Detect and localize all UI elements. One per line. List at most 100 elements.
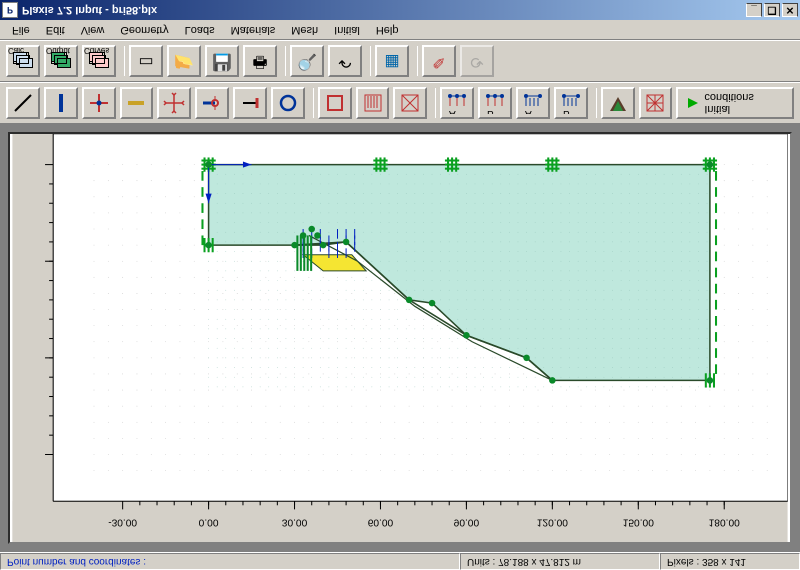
drain-button[interactable]: [356, 87, 390, 119]
printer-icon: 🖶: [252, 53, 267, 69]
svg-text:B: B: [563, 108, 570, 114]
title-bar: P Plaxis 7.2 Input - pri58.plx _ ❐ ✕: [0, 0, 800, 20]
window-title: Plaxis 7.2 Input - pri58.plx: [22, 4, 744, 16]
menu-mesh[interactable]: Mesh: [283, 22, 326, 38]
node-fixity-icon: [88, 92, 110, 114]
material-icon: [607, 92, 629, 114]
svg-text:B: B: [487, 108, 494, 114]
separator: [313, 88, 314, 118]
undo-icon: ↶: [338, 53, 351, 69]
disp-b-icon: B: [483, 92, 507, 114]
well-icon: [324, 92, 346, 114]
menu-loads[interactable]: Loads: [177, 22, 223, 38]
drain-icon: [362, 92, 384, 114]
rotation-fixity-icon: [201, 92, 223, 114]
folder-open-icon: 📂: [174, 53, 194, 69]
geometry-canvas[interactable]: -30.00 0.00 30.00 60.00 90.00 120.00 150.00 180…: [10, 134, 790, 542]
mesh-icon: [644, 92, 666, 114]
undo-button[interactable]: ↶: [328, 45, 362, 77]
pointer-icon: ✎: [432, 53, 445, 69]
anchor-button[interactable]: [233, 87, 267, 119]
save-button[interactable]: 💾: [205, 45, 239, 77]
menu-file[interactable]: File: [4, 22, 38, 38]
separator: [124, 46, 125, 76]
svg-text:150.00: 150.00: [623, 517, 654, 528]
svg-text:180.00: 180.00: [709, 517, 740, 528]
svg-text:90.00: 90.00: [454, 517, 480, 528]
geometry-line-button[interactable]: [6, 87, 40, 119]
menu-materials[interactable]: Materials: [223, 22, 284, 38]
open-file-button[interactable]: 📂: [167, 45, 201, 77]
generate-mesh-button[interactable]: [639, 87, 673, 119]
disp-a-icon: A: [445, 92, 469, 114]
interface-button[interactable]: [120, 87, 154, 119]
close-button[interactable]: ✕: [782, 3, 798, 17]
menu-bar: File Edit View Geometry Loads Materials …: [0, 20, 800, 40]
document-icon: ▭: [138, 53, 153, 69]
interface-icon: [125, 92, 147, 114]
anchor-icon: [239, 92, 261, 114]
plate-button[interactable]: [44, 87, 78, 119]
zoom-button[interactable]: 🔍: [290, 45, 324, 77]
prescribed-disp-b-button[interactable]: B: [478, 87, 512, 119]
svg-text:0.00: 0.00: [199, 517, 219, 528]
dist-load-a-button[interactable]: A: [516, 87, 550, 119]
svg-text:30.00: 30.00: [282, 517, 308, 528]
status-pixels: Pixels : 358 x 141: [660, 553, 800, 570]
table-icon: ▦: [384, 53, 399, 69]
menu-help[interactable]: Help: [368, 22, 407, 38]
toolbar-main: Calc Output Curves ▭ 📂 💾 🖶 🔍 ↶ ▦ ✎ ⟳: [0, 40, 800, 82]
separator: [596, 88, 597, 118]
point-load-icon: [399, 92, 421, 114]
output-button[interactable]: Output: [44, 45, 78, 77]
arrow-right-icon: [688, 98, 698, 108]
menu-edit[interactable]: Edit: [38, 22, 73, 38]
initial-conditions-button[interactable]: Initial conditions: [676, 87, 794, 119]
node-fixity-button[interactable]: [82, 87, 116, 119]
menu-initial[interactable]: Initial: [326, 22, 368, 38]
tunnel-icon: [277, 92, 299, 114]
svg-text:A: A: [525, 108, 532, 114]
tunnel-button[interactable]: [271, 87, 305, 119]
standard-fixity-button[interactable]: [157, 87, 191, 119]
svg-text:120.00: 120.00: [537, 517, 568, 528]
line-icon: [12, 92, 34, 114]
status-bar: Point number and coordinates : Units : 7…: [0, 552, 800, 570]
separator: [285, 46, 286, 76]
table-button[interactable]: ▦: [375, 45, 409, 77]
print-button[interactable]: 🖶: [243, 45, 277, 77]
separator: [417, 46, 418, 76]
floppy-icon: 💾: [212, 53, 232, 69]
status-units: Units : 78.188 x 47.812 m: [460, 553, 660, 570]
separator: [370, 46, 371, 76]
well-button[interactable]: [318, 87, 352, 119]
svg-text:60.00: 60.00: [368, 517, 394, 528]
curves-button[interactable]: Curves: [82, 45, 116, 77]
magnifier-icon: 🔍: [297, 53, 317, 69]
separator: [435, 88, 436, 118]
minimize-button[interactable]: _: [746, 3, 762, 17]
new-file-button[interactable]: ▭: [129, 45, 163, 77]
status-hint: Point number and coordinates :: [0, 553, 460, 570]
maximize-button[interactable]: ❐: [764, 3, 780, 17]
fixity-icon: [163, 92, 185, 114]
refresh-icon: ⟳: [470, 53, 483, 69]
dist-load-b-button[interactable]: B: [554, 87, 588, 119]
menu-view[interactable]: View: [73, 22, 113, 38]
plate-icon: [50, 92, 72, 114]
toolbar-geometry: A B A B Initial conditions: [0, 82, 800, 124]
menu-geometry[interactable]: Geometry: [112, 22, 176, 38]
dload-a-icon: A: [521, 92, 545, 114]
svg-text:-30.00: -30.00: [108, 517, 137, 528]
point-load-button[interactable]: [393, 87, 427, 119]
dload-b-icon: B: [559, 92, 583, 114]
svg-text:A: A: [449, 108, 456, 114]
pointer-button[interactable]: ✎: [422, 45, 456, 77]
material-set-button[interactable]: [601, 87, 635, 119]
calc-button[interactable]: Calc: [6, 45, 40, 77]
drawing-area[interactable]: -30.00 0.00 30.00 60.00 90.00 120.00 150.00 180…: [0, 124, 800, 552]
rotation-fixity-button[interactable]: [195, 87, 229, 119]
app-icon: P: [2, 2, 18, 18]
refresh-button: ⟳: [460, 45, 494, 77]
prescribed-disp-a-button[interactable]: A: [440, 87, 474, 119]
